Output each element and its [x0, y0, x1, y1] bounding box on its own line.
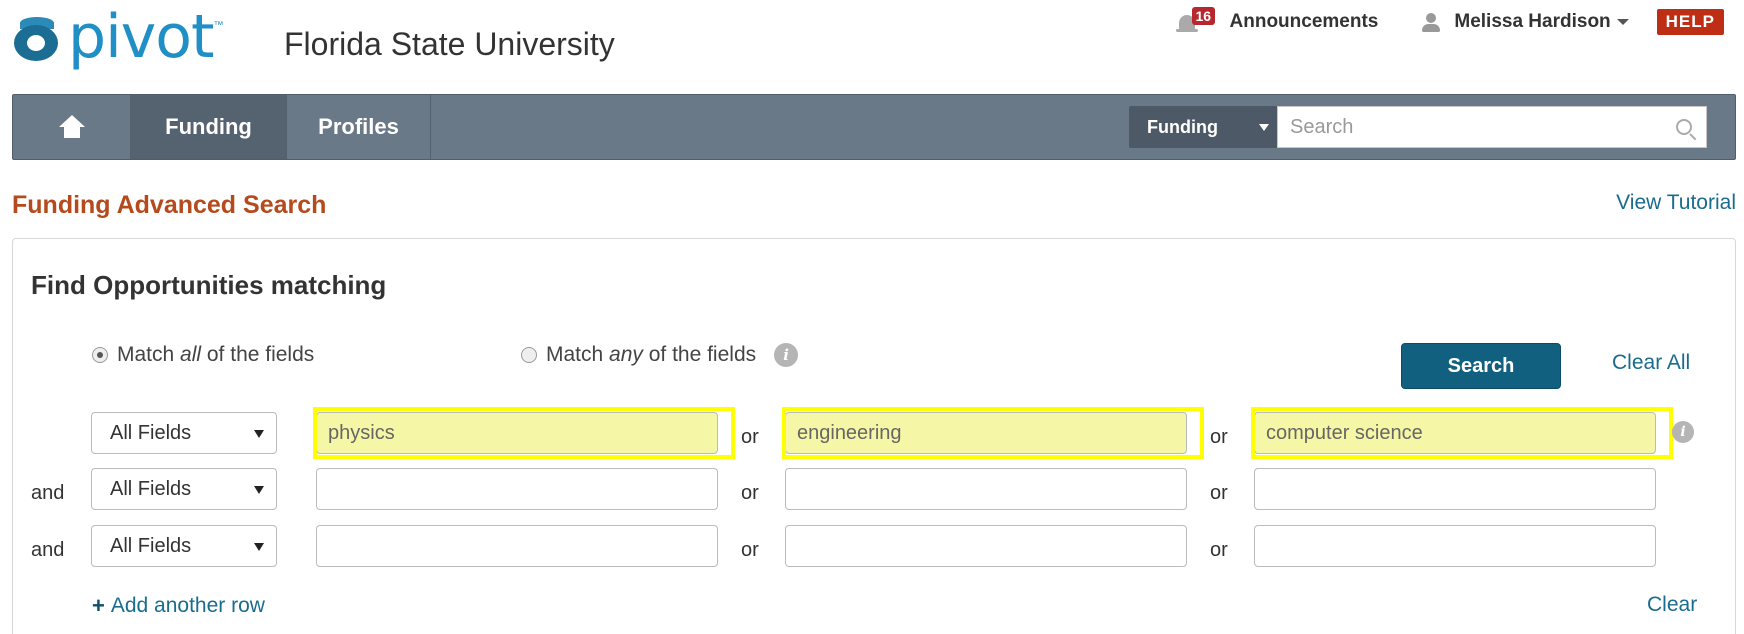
user-menu[interactable]: Melissa Hardison — [1420, 11, 1629, 33]
search-button[interactable]: Search — [1401, 343, 1561, 389]
search-scope-label: Funding — [1147, 116, 1218, 137]
term-input[interactable]: computer science — [1251, 407, 1673, 459]
match-any-radio[interactable]: Match any of the fields i — [521, 343, 799, 367]
field-select-value: All Fields — [110, 534, 192, 557]
term-input[interactable] — [785, 468, 1187, 510]
term-input[interactable]: engineering — [782, 407, 1204, 459]
add-row-link[interactable]: + Add another row — [92, 593, 265, 619]
main-navbar: Funding Profiles Funding — [12, 94, 1736, 160]
logo-trademark: ™ — [213, 20, 224, 31]
institution-name: Florida State University — [284, 26, 615, 62]
clear-link[interactable]: Clear — [1647, 593, 1697, 617]
search-icon[interactable] — [1676, 119, 1692, 135]
caret-down-icon — [1616, 19, 1629, 25]
term-input[interactable]: physics — [313, 407, 735, 459]
or-label: or — [1210, 539, 1228, 561]
help-button[interactable]: HELP — [1656, 9, 1724, 35]
info-icon[interactable]: i — [1672, 421, 1694, 443]
search-input[interactable] — [1278, 107, 1706, 147]
nav-home[interactable] — [13, 95, 131, 159]
search-row: All Fields physics or engineering or com… — [13, 407, 1737, 459]
match-any-label: Match any of the fields — [546, 343, 757, 366]
triangle-down-icon — [254, 486, 264, 494]
search-row: and All Fields or or — [13, 468, 1737, 512]
home-icon — [58, 115, 86, 139]
match-all-radio[interactable]: Match all of the fields — [92, 343, 314, 367]
top-navigation: 16 Announcements Melissa Hardison HELP — [1175, 7, 1724, 36]
term-input[interactable] — [316, 525, 718, 567]
announcements-link[interactable]: 16 Announcements — [1175, 7, 1379, 33]
field-select-value: All Fields — [110, 477, 192, 500]
quick-search: Funding — [1129, 106, 1707, 148]
or-label: or — [741, 426, 759, 448]
user-icon — [1420, 11, 1442, 33]
pivot-logo-icon — [12, 15, 64, 65]
triangle-down-icon — [254, 430, 264, 438]
announcements-label: Announcements — [1229, 11, 1379, 32]
field-select-value: All Fields — [110, 421, 192, 444]
triangle-down-icon — [254, 543, 264, 551]
or-label: or — [741, 482, 759, 504]
and-label: and — [31, 539, 65, 561]
advanced-search-panel: Find Opportunities matching Match all of… — [12, 238, 1736, 634]
notification-badge: 16 — [1191, 7, 1216, 25]
or-label: or — [1210, 426, 1228, 448]
term-input[interactable] — [316, 468, 718, 510]
term-input[interactable] — [1254, 468, 1656, 510]
search-row: and All Fields or or — [13, 525, 1737, 569]
logo-wordmark: pivot — [68, 2, 214, 72]
nav-funding[interactable]: Funding — [131, 95, 287, 159]
add-row-label: Add another row — [110, 594, 265, 617]
radio-unselected-icon[interactable] — [521, 347, 537, 363]
plus-icon: + — [92, 593, 105, 618]
clear-all-link[interactable]: Clear All — [1612, 351, 1690, 375]
radio-selected-icon[interactable] — [92, 347, 108, 363]
user-name: Melissa Hardison — [1454, 11, 1611, 32]
search-box — [1277, 106, 1707, 148]
and-label: and — [31, 482, 65, 504]
pivot-logo[interactable]: pivot ™ — [12, 2, 224, 72]
term-input[interactable] — [1254, 525, 1656, 567]
or-label: or — [1210, 482, 1228, 504]
row-info: i — [1672, 421, 1694, 443]
triangle-down-icon — [1259, 124, 1269, 131]
panel-title: Find Opportunities matching — [31, 270, 387, 300]
view-tutorial-link[interactable]: View Tutorial — [1616, 191, 1736, 215]
or-label: or — [741, 539, 759, 561]
info-icon[interactable]: i — [774, 343, 799, 367]
field-select[interactable]: All Fields — [91, 525, 277, 567]
term-input[interactable] — [785, 525, 1187, 567]
field-select[interactable]: All Fields — [91, 412, 277, 454]
page-title: Funding Advanced Search — [12, 191, 327, 219]
nav-profiles[interactable]: Profiles — [287, 95, 431, 159]
match-all-label: Match all of the fields — [117, 343, 315, 366]
search-scope-select[interactable]: Funding — [1129, 106, 1277, 148]
field-select[interactable]: All Fields — [91, 468, 277, 510]
